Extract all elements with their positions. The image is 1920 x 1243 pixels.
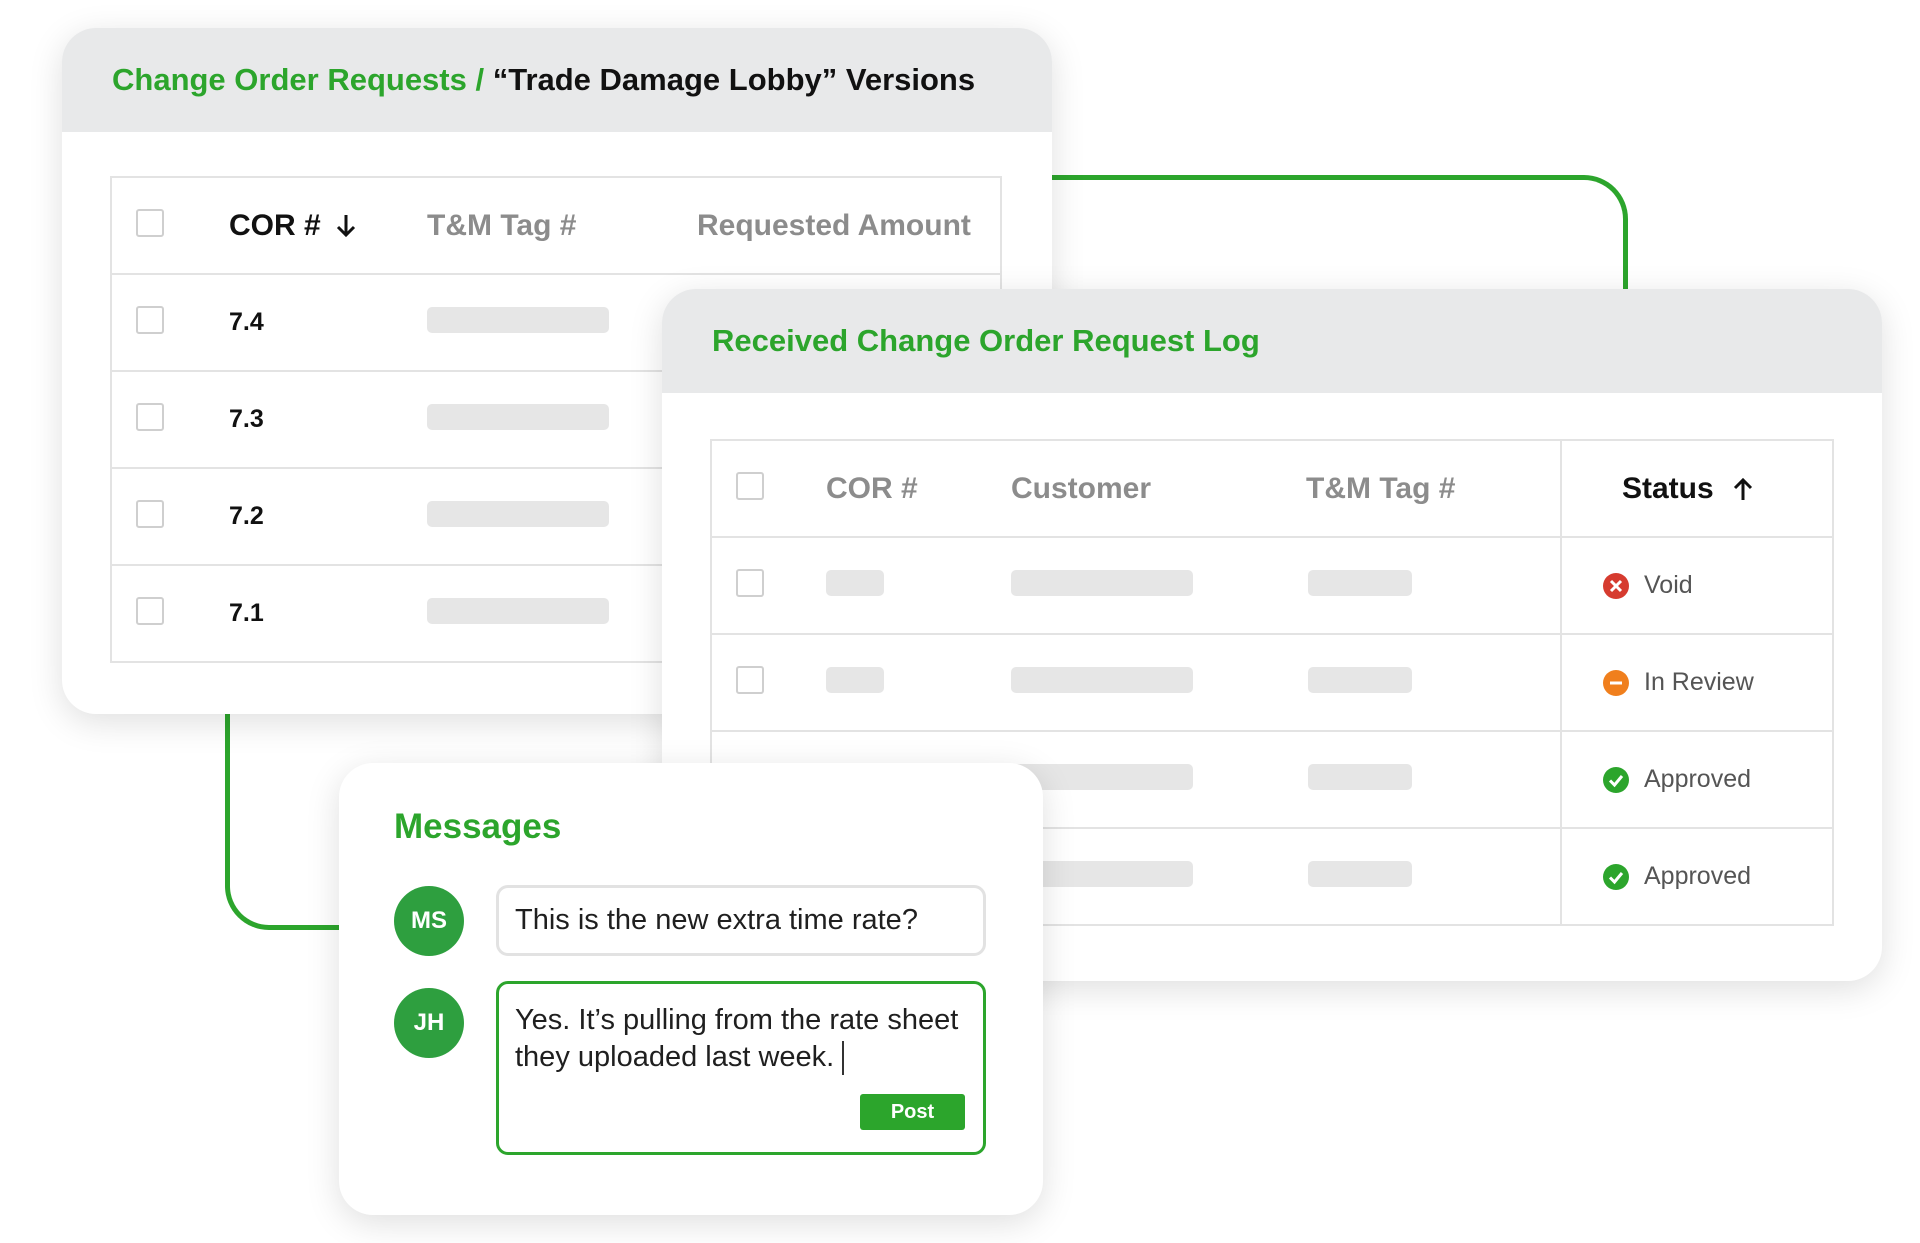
status-badge: In Review [1602, 668, 1832, 697]
placeholder-bar [1011, 667, 1193, 693]
row-checkbox[interactable] [136, 306, 164, 334]
card-header: Received Change Order Request Log [662, 289, 1882, 393]
placeholder-bar [1308, 667, 1412, 693]
status-badge: Void [1602, 571, 1832, 600]
avatar: JH [394, 988, 464, 1058]
row-checkbox[interactable] [736, 569, 764, 597]
avatar-initials: JH [413, 1009, 445, 1036]
message-bubble: This is the new extra time rate? [496, 885, 986, 956]
placeholder-bar [1011, 570, 1193, 596]
row-checkbox[interactable] [136, 597, 164, 625]
cor-number: 7.2 [229, 502, 264, 530]
table-row[interactable]: Void [711, 536, 1833, 634]
arrow-up-icon [1733, 477, 1753, 500]
row-checkbox[interactable] [136, 403, 164, 431]
cor-number: 7.4 [229, 308, 264, 336]
placeholder-bar [826, 570, 884, 596]
select-all-checkbox[interactable] [136, 209, 164, 237]
status-label: Approved [1644, 765, 1752, 793]
column-header-tm-tag[interactable]: T&M Tag # [1306, 472, 1455, 505]
message-text: Yes. It’s pulling from the rate sheet th… [515, 1004, 959, 1073]
messages-title: Messages [394, 807, 562, 846]
card-title: Received Change Order Request Log [712, 323, 1260, 358]
text-cursor [842, 1041, 845, 1076]
arrow-down-icon [336, 214, 356, 237]
check-circle-icon [1603, 766, 1629, 793]
status-badge: Approved [1602, 765, 1832, 794]
cor-number: 7.1 [229, 599, 264, 627]
table-header-row: COR # T&M Tag # Requested Amount [111, 177, 1001, 274]
card-header: Change Order Requests / “Trade Damage Lo… [62, 28, 1052, 132]
column-header-tm-tag[interactable]: T&M Tag # [427, 209, 576, 242]
column-header-status[interactable]: Status [1622, 472, 1754, 505]
minus-circle-icon [1603, 669, 1629, 696]
x-circle-icon [1603, 572, 1629, 599]
placeholder-bar [1308, 861, 1412, 887]
column-header-cor[interactable]: COR # [229, 209, 357, 242]
placeholder-bar [826, 667, 884, 693]
placeholder-bar [427, 307, 609, 333]
check-circle-icon [1603, 863, 1629, 890]
placeholder-bar [1308, 764, 1412, 790]
row-checkbox[interactable] [136, 500, 164, 528]
status-label: Approved [1644, 862, 1752, 890]
column-header-customer[interactable]: Customer [1011, 472, 1151, 505]
placeholder-bar [427, 598, 609, 624]
page-title: “Trade Damage Lobby” Versions [492, 62, 976, 97]
status-label: In Review [1644, 668, 1754, 696]
table-header-row: COR # Customer T&M Tag # Status [711, 440, 1833, 537]
placeholder-bar [427, 501, 609, 527]
breadcrumb-link[interactable]: Change Order Requests [112, 62, 467, 98]
breadcrumb-separator: / [466, 62, 493, 97]
status-badge: Approved [1602, 862, 1832, 891]
table-row[interactable]: In Review [711, 633, 1833, 731]
placeholder-bar [1308, 570, 1412, 596]
messages-card: Messages MS This is the new extra time r… [339, 763, 1043, 1215]
placeholder-bar [427, 404, 609, 430]
status-label: Void [1644, 571, 1693, 599]
cor-number: 7.3 [229, 405, 264, 433]
column-header-requested-amount[interactable]: Requested Amount [697, 209, 971, 242]
column-header-cor[interactable]: COR # [826, 472, 918, 505]
select-all-checkbox[interactable] [736, 472, 764, 500]
row-checkbox[interactable] [736, 666, 764, 694]
post-button[interactable]: Post [860, 1094, 965, 1130]
avatar: MS [394, 886, 464, 956]
message-text: This is the new extra time rate? [515, 904, 918, 936]
avatar-initials: MS [411, 907, 447, 934]
message-compose-input[interactable]: Yes. It’s pulling from the rate sheet th… [496, 981, 986, 1155]
